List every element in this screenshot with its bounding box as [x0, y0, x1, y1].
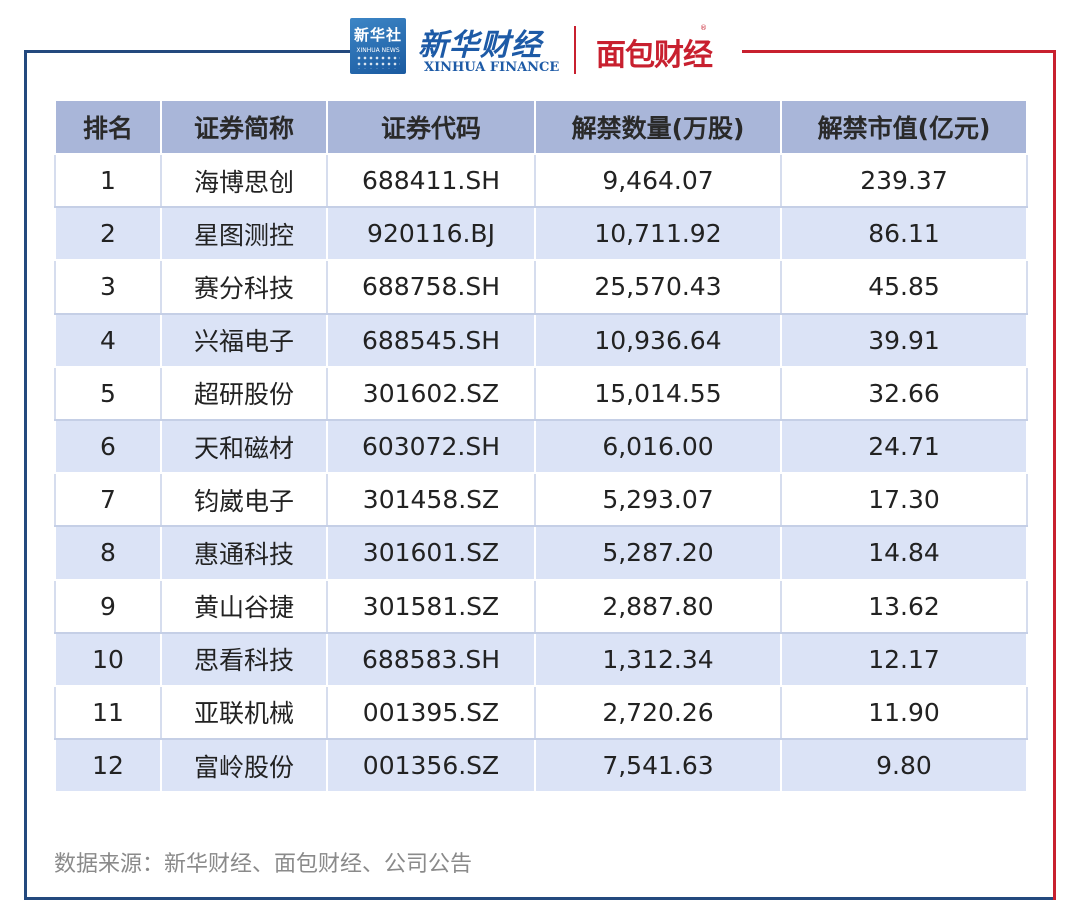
- table-row: 12 富岭股份 001356.SZ 7,541.63 9.80: [54, 738, 1028, 794]
- table-row: 9 黄山谷捷 301581.SZ 2,887.80 13.62: [54, 578, 1028, 634]
- unlock-value-cell: 239.37: [780, 152, 1028, 209]
- frame-bottom-line: [24, 897, 1056, 900]
- table-row: 8 惠通科技 301601.SZ 5,287.20 14.84: [54, 525, 1028, 581]
- code-cell: 688411.SH: [326, 152, 536, 209]
- network-dots-icon: [356, 55, 400, 69]
- name-cell: 亚联机械: [160, 684, 328, 741]
- xinhua-logo: 新华社 XINHUA NEWS: [350, 18, 406, 74]
- rank-cell: 6: [54, 418, 162, 475]
- table-row: 6 天和磁材 603072.SH 6,016.00 24.71: [54, 418, 1028, 475]
- table-row: 2 星图测控 920116.BJ 10,711.92 86.11: [54, 206, 1028, 262]
- unlock-value-cell: 12.17: [780, 631, 1028, 687]
- unlock-shares-cell: 5,293.07: [534, 472, 782, 528]
- rank-cell: 4: [54, 312, 162, 368]
- code-cell: 688583.SH: [326, 631, 536, 687]
- unlock-value-cell: 24.71: [780, 418, 1028, 475]
- xinhua-finance-title: 新华财经: [418, 28, 542, 63]
- unlock-shares-cell: 7,541.63: [534, 738, 782, 794]
- code-cell: 001395.SZ: [326, 684, 536, 741]
- rank-cell: 3: [54, 259, 162, 315]
- frame-right-line: [1053, 50, 1056, 900]
- unlock-value-cell: 32.66: [780, 365, 1028, 421]
- frame-top-left-line: [24, 50, 354, 53]
- table-header-row: 排名 证券简称 证券代码 解禁数量(万股) 解禁市值(亿元): [54, 99, 1028, 155]
- unlock-shares-cell: 15,014.55: [534, 365, 782, 421]
- table-row: 10 思看科技 688583.SH 1,312.34 12.17: [54, 631, 1028, 687]
- name-cell: 赛分科技: [160, 259, 328, 315]
- rank-cell: 10: [54, 631, 162, 687]
- rank-cell: 1: [54, 152, 162, 209]
- rank-cell: 12: [54, 738, 162, 794]
- rank-cell: 5: [54, 365, 162, 421]
- code-cell: 603072.SH: [326, 418, 536, 475]
- code-cell: 688545.SH: [326, 312, 536, 368]
- frame-left-line: [24, 50, 27, 900]
- name-cell: 黄山谷捷: [160, 578, 328, 634]
- name-cell: 星图测控: [160, 206, 328, 262]
- unlock-shares-cell: 1,312.34: [534, 631, 782, 687]
- rank-cell: 8: [54, 525, 162, 581]
- rank-cell: 7: [54, 472, 162, 528]
- table-row: 5 超研股份 301602.SZ 15,014.55 32.66: [54, 365, 1028, 421]
- code-cell: 920116.BJ: [326, 206, 536, 262]
- name-cell: 富岭股份: [160, 738, 328, 794]
- unlock-shares-cell: 25,570.43: [534, 259, 782, 315]
- column-header-unlock-value: 解禁市值(亿元): [780, 99, 1028, 155]
- table-row: 3 赛分科技 688758.SH 25,570.43 45.85: [54, 259, 1028, 315]
- unlock-value-cell: 14.84: [780, 525, 1028, 581]
- table-body: 1 海博思创 688411.SH 9,464.07 239.37 2 星图测控 920116.…: [54, 152, 1028, 794]
- unlock-shares-cell: 5,287.20: [534, 525, 782, 581]
- name-cell: 兴福电子: [160, 312, 328, 368]
- code-cell: 688758.SH: [326, 259, 536, 315]
- rank-cell: 9: [54, 578, 162, 634]
- unlock-value-cell: 86.11: [780, 206, 1028, 262]
- code-cell: 301601.SZ: [326, 525, 536, 581]
- table-row: 11 亚联机械 001395.SZ 2,720.26 11.90: [54, 684, 1028, 741]
- name-cell: 惠通科技: [160, 525, 328, 581]
- unlock-shares-cell: 2,720.26: [534, 684, 782, 741]
- xinhua-logo-text: 新华社: [353, 26, 402, 44]
- code-cell: 301602.SZ: [326, 365, 536, 421]
- frame-top-right-line: [742, 50, 1056, 53]
- column-header-unlock-shares: 解禁数量(万股): [534, 99, 782, 155]
- unlock-ranking-table: 排名 证券简称 证券代码 解禁数量(万股) 解禁市值(亿元) 1 海博思创 6884…: [54, 99, 1028, 794]
- table-row: 7 钧崴电子 301458.SZ 5,293.07 17.30: [54, 472, 1028, 528]
- mianbao-finance-logo: 面包财经: [596, 38, 713, 73]
- data-source-note: 数据来源：新华财经、面包财经、公司公告: [54, 852, 473, 877]
- name-cell: 钧崴电子: [160, 472, 328, 528]
- unlock-shares-cell: 2,887.80: [534, 578, 782, 634]
- unlock-shares-cell: 10,936.64: [534, 312, 782, 368]
- unlock-value-cell: 39.91: [780, 312, 1028, 368]
- name-cell: 思看科技: [160, 631, 328, 687]
- unlock-shares-cell: 9,464.07: [534, 152, 782, 209]
- rank-cell: 2: [54, 206, 162, 262]
- column-header-code: 证券代码: [326, 99, 536, 155]
- xinhua-finance-subtitle: XINHUA FINANCE: [424, 60, 560, 75]
- column-header-rank: 排名: [54, 99, 162, 155]
- code-cell: 001356.SZ: [326, 738, 536, 794]
- name-cell: 海博思创: [160, 152, 328, 209]
- unlock-value-cell: 11.90: [780, 684, 1028, 741]
- column-header-name: 证券简称: [160, 99, 328, 155]
- registered-mark: ®: [700, 24, 707, 32]
- name-cell: 超研股份: [160, 365, 328, 421]
- unlock-shares-cell: 10,711.92: [534, 206, 782, 262]
- rank-cell: 11: [54, 684, 162, 741]
- name-cell: 天和磁材: [160, 418, 328, 475]
- table-row: 1 海博思创 688411.SH 9,464.07 239.37: [54, 152, 1028, 209]
- brand-header: 新华社 XINHUA NEWS 新华财经 XINHUA FINANCE 面包财经…: [350, 14, 740, 80]
- code-cell: 301581.SZ: [326, 578, 536, 634]
- code-cell: 301458.SZ: [326, 472, 536, 528]
- unlock-value-cell: 45.85: [780, 259, 1028, 315]
- unlock-shares-cell: 6,016.00: [534, 418, 782, 475]
- header-divider: [574, 26, 576, 74]
- unlock-value-cell: 13.62: [780, 578, 1028, 634]
- xinhua-logo-subtext: XINHUA NEWS: [356, 47, 400, 54]
- table-row: 4 兴福电子 688545.SH 10,936.64 39.91: [54, 312, 1028, 368]
- unlock-value-cell: 17.30: [780, 472, 1028, 528]
- unlock-value-cell: 9.80: [780, 738, 1028, 794]
